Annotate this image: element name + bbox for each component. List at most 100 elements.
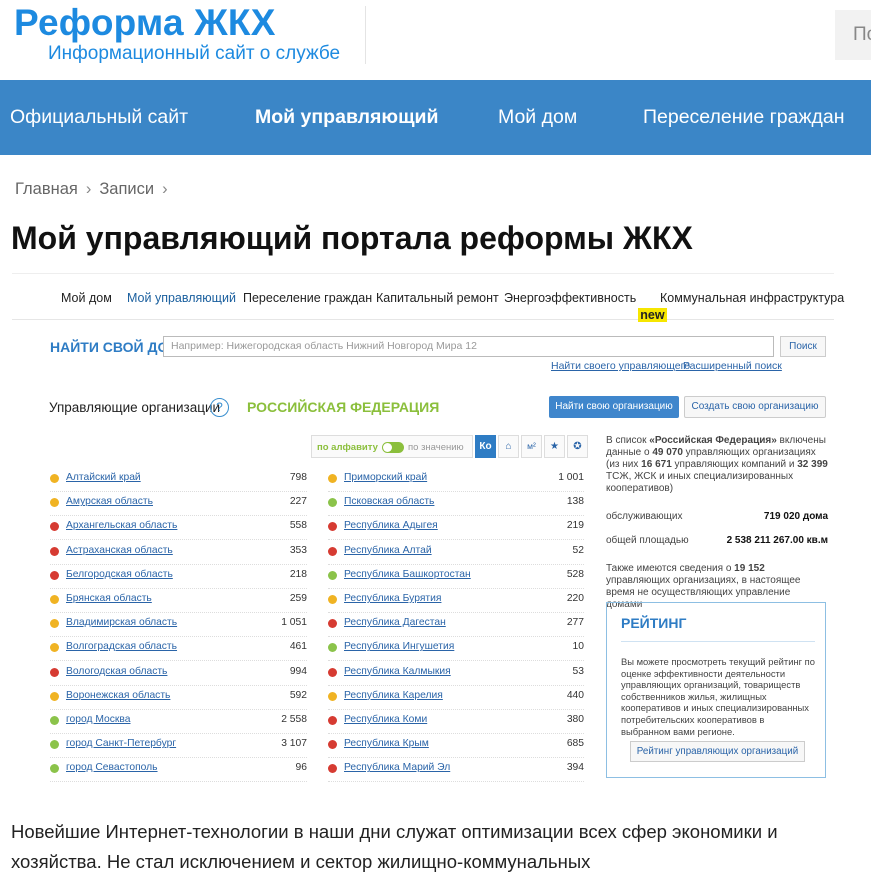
sort-toggle[interactable]: по алфавиту по значению — [311, 435, 473, 458]
breadcrumb-section[interactable]: Записи — [99, 180, 154, 198]
region-link[interactable]: Республика Коми — [344, 714, 427, 725]
status-dot — [328, 643, 337, 653]
create-organization-button[interactable]: Создать свою организацию — [684, 396, 826, 418]
orgs-label: Управляющие организации — [49, 400, 221, 415]
find-manager-link[interactable]: Найти своего управляющего — [551, 360, 690, 372]
region-link[interactable]: город Санкт-Петербург — [66, 738, 176, 749]
search-button[interactable]: Поиск — [780, 336, 826, 357]
rating-title: РЕЙТИНГ — [621, 615, 687, 631]
sort-switch[interactable] — [382, 442, 404, 453]
region-row: Республика Алтай 52 — [328, 541, 584, 565]
inner-nav-infrastructure[interactable]: Коммунальная инфраструктура — [660, 291, 844, 305]
region-count: 219 — [566, 520, 584, 532]
find-organization-button[interactable]: Найти свою организацию — [549, 396, 679, 418]
region-link[interactable]: Республика Адыгея — [344, 520, 438, 531]
region-row: Республика Крым 685 — [328, 734, 584, 759]
region-link[interactable]: Республика Башкортостан — [344, 569, 471, 580]
region-link[interactable]: Республика Бурятия — [344, 593, 441, 604]
region-row: Амурская область 227 — [50, 492, 307, 517]
address-search-input[interactable]: Например: Нижегородская область Нижний Н… — [163, 336, 774, 357]
region-count: 3 107 — [281, 738, 307, 750]
region-row: Вологодская область 994 — [50, 662, 307, 686]
site-logo-subtitle: Информационный сайт о службе — [48, 43, 341, 64]
region-link[interactable]: Псковская область — [344, 496, 434, 507]
status-dot — [50, 522, 59, 532]
region-row: город Севастополь 96 — [50, 758, 307, 783]
main-nav: Официальный сайт Мой управляющий Мой дом… — [0, 80, 871, 155]
region-link[interactable]: Астраханская область — [66, 545, 173, 556]
region-link[interactable]: Амурская область — [66, 496, 153, 507]
region-link[interactable]: Алтайский край — [66, 472, 141, 483]
sort-by-count-button[interactable]: Ко — [475, 435, 496, 458]
nav-resettlement[interactable]: Переселение граждан — [643, 106, 844, 129]
help-icon[interactable]: ? — [210, 398, 229, 417]
region-row: Республика Бурятия 220 — [328, 589, 584, 613]
inner-nav-my-manager[interactable]: Мой управляющий — [127, 291, 236, 305]
advanced-search-link[interactable]: Расширенный поиск — [683, 360, 782, 372]
inner-nav-resettlement[interactable]: Переселение граждан — [243, 291, 372, 305]
region-count: 52 — [572, 544, 584, 556]
region-link[interactable]: город Москва — [66, 714, 131, 725]
star-icon[interactable]: ★ — [544, 435, 565, 458]
breadcrumb: Главная › Записи › — [15, 180, 176, 199]
region-label[interactable]: РОССИЙСКАЯ ФЕДЕРАЦИЯ — [247, 399, 439, 415]
region-count: 138 — [566, 496, 584, 508]
region-row: Республика Коми 380 — [328, 710, 584, 734]
region-link[interactable]: Воронежская область — [66, 690, 170, 701]
summary-text-part: Также имеются сведения о — [606, 563, 735, 574]
region-row: город Санкт-Петербург 3 107 — [50, 734, 307, 759]
inner-nav-energy[interactable]: Энергоэффективность new — [504, 291, 667, 322]
summary-served-row: обслуживающих 719 020 дома — [606, 511, 828, 533]
region-link[interactable]: Владимирская область — [66, 617, 177, 628]
breadcrumb-home[interactable]: Главная — [15, 180, 78, 198]
region-row: Волгоградская область 461 — [50, 637, 307, 662]
area-icon[interactable]: м² — [521, 435, 542, 458]
find-house-label: НАЙТИ СВОЙ ДОМ — [50, 339, 181, 355]
region-link[interactable]: Брянская область — [66, 593, 152, 604]
region-link[interactable]: Республика Калмыкия — [344, 666, 451, 677]
region-link[interactable]: Республика Крым — [344, 738, 429, 749]
served-value: 719 020 дома — [763, 511, 828, 522]
status-dot — [50, 667, 59, 677]
nav-my-manager[interactable]: Мой управляющий — [255, 106, 439, 129]
region-row: Брянская область 259 — [50, 589, 307, 613]
region-row: Республика Марий Эл 394 — [328, 758, 584, 783]
region-link[interactable]: Волгоградская область — [66, 641, 177, 652]
inner-nav: Мой дом Мой управляющий Переселение граж… — [12, 274, 844, 322]
nav-official-site[interactable]: Официальный сайт — [10, 106, 188, 129]
inner-nav-my-house[interactable]: Мой дом — [61, 291, 112, 305]
status-dot — [50, 595, 59, 604]
area-value: 2 538 211 267.00 кв.м — [726, 535, 828, 546]
region-row: Республика Адыгея 219 — [328, 516, 584, 541]
region-row: Астраханская область 353 — [50, 541, 307, 565]
summary-text: В список «Российская Федерация» включены… — [606, 435, 828, 495]
region-link[interactable]: Архангельская область — [66, 520, 177, 531]
region-row: Республика Дагестан 277 — [328, 613, 584, 638]
region-link[interactable]: Республика Дагестан — [344, 617, 446, 628]
region-count: 53 — [572, 665, 584, 677]
region-link[interactable]: Республика Алтай — [344, 545, 432, 556]
region-link[interactable]: город Севастополь — [66, 762, 158, 773]
nav-my-house[interactable]: Мой дом — [498, 106, 577, 129]
region-count: 277 — [566, 617, 584, 629]
site-logo-title[interactable]: Реформа ЖКХ — [14, 2, 276, 44]
region-count: 353 — [289, 544, 307, 556]
home-icon[interactable]: ⌂ — [498, 435, 519, 458]
sort-value-label: по значению — [408, 442, 464, 453]
region-count: 440 — [566, 689, 584, 701]
sort-alpha-label: по алфавиту — [317, 442, 378, 453]
header-search[interactable]: По — [835, 10, 871, 60]
rating-text: Вы можете просмотреть текущий рейтинг по… — [621, 656, 815, 737]
region-row: Белгородская область 218 — [50, 565, 307, 589]
inner-nav-capital-repair[interactable]: Капитальный ремонт — [376, 291, 499, 305]
region-link[interactable]: Вологодская область — [66, 666, 167, 677]
region-link[interactable]: Республика Ингушетия — [344, 641, 454, 652]
rating-badge-icon[interactable]: ✪ — [567, 435, 588, 458]
inactive-count: 19 152 — [734, 563, 765, 574]
region-link[interactable]: Приморский край — [344, 472, 427, 483]
region-link[interactable]: Белгородская область — [66, 569, 173, 580]
region-link[interactable]: Республика Карелия — [344, 690, 443, 701]
rating-button[interactable]: Рейтинг управляющих организаций — [630, 741, 805, 762]
region-link[interactable]: Республика Марий Эл — [344, 762, 450, 773]
region-count: 1 051 — [281, 617, 307, 629]
